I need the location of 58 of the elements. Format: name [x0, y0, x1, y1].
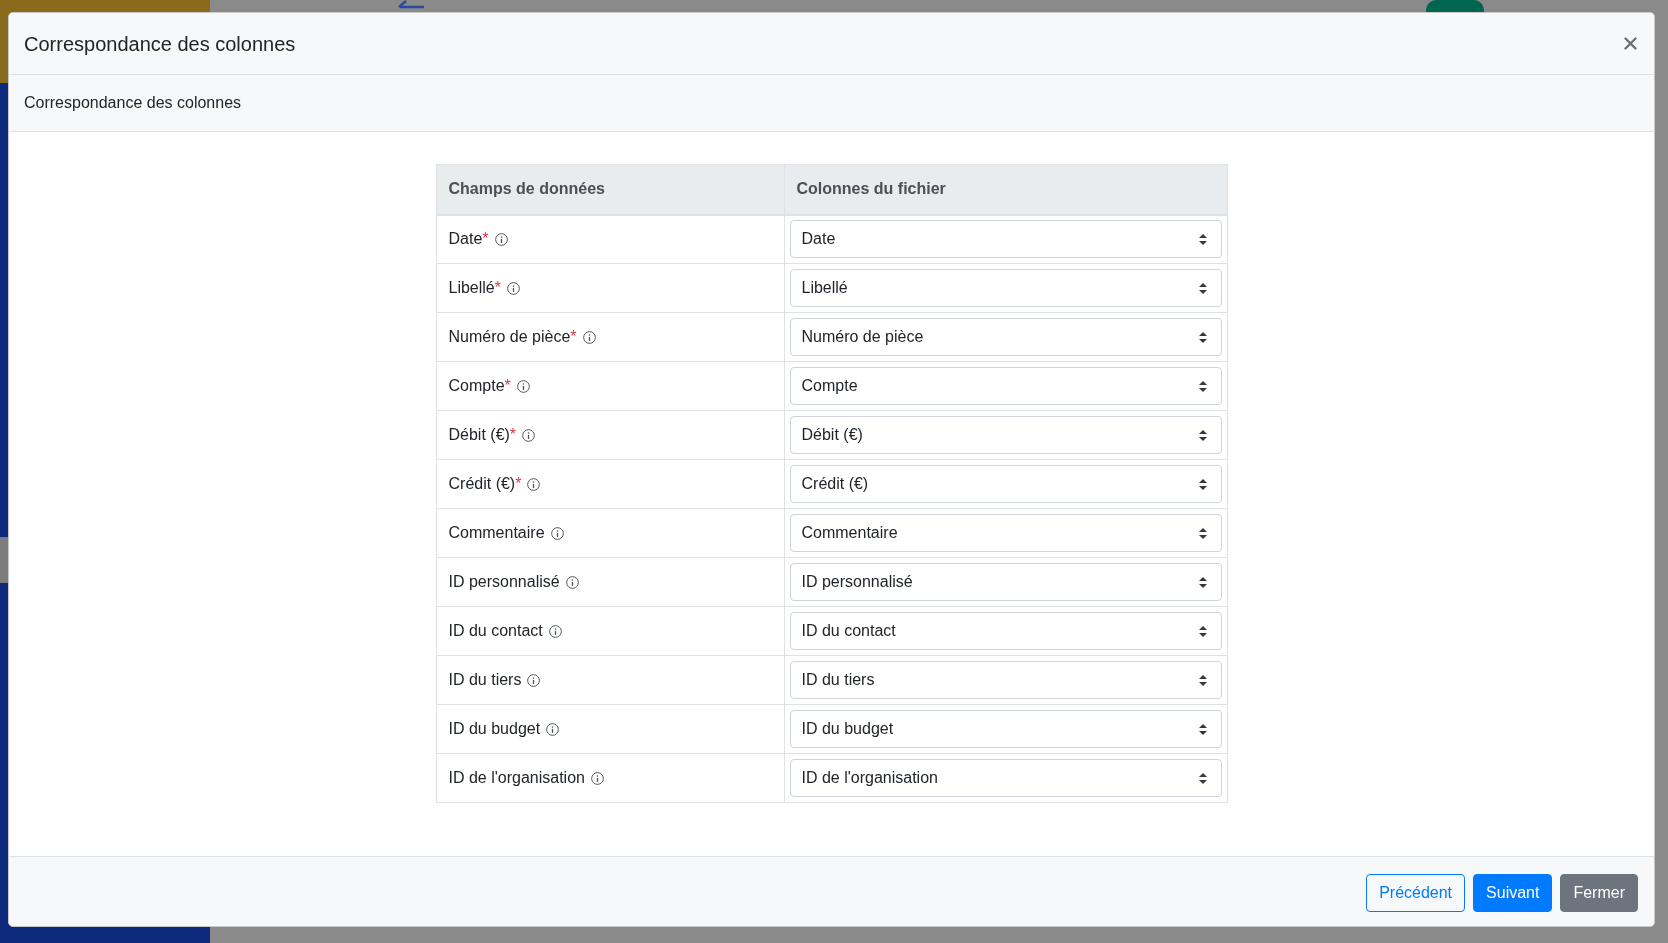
- info-icon[interactable]: [565, 575, 579, 589]
- field-label: Commentaire: [448, 523, 545, 543]
- select-field[interactable]: Débit (€): [789, 416, 1222, 454]
- field-label: Date*: [448, 229, 489, 250]
- info-icon[interactable]: [590, 771, 604, 785]
- previous-button[interactable]: Précédent: [1366, 873, 1466, 912]
- field-label: Débit (€)*: [448, 425, 517, 445]
- info-icon[interactable]: [507, 281, 520, 295]
- select-field[interactable]: Commentaire: [789, 514, 1222, 552]
- select-field[interactable]: ID du tiers: [789, 661, 1222, 699]
- modal-title: Correspondance des colonnes: [24, 33, 296, 54]
- step-title: Correspondance des colonnes: [24, 93, 242, 113]
- select-field[interactable]: Compte: [789, 367, 1222, 405]
- chevron-up-down-icon: [1198, 429, 1207, 441]
- select-field[interactable]: ID de l'organisation: [789, 759, 1222, 797]
- chevron-up-down-icon: [1198, 625, 1207, 637]
- info-icon[interactable]: [494, 232, 508, 246]
- chevron-up-down-icon: [1198, 723, 1207, 735]
- select-field[interactable]: Libellé: [789, 269, 1222, 307]
- next-button[interactable]: Suivant: [1473, 873, 1553, 912]
- close-dialog-button[interactable]: Fermer: [1560, 873, 1638, 912]
- chevron-up-down-icon: [1198, 282, 1207, 294]
- info-icon[interactable]: [522, 428, 536, 442]
- chevron-up-down-icon: [1198, 576, 1207, 588]
- close-icon: [1623, 37, 1637, 50]
- field-label: Numéro de pièce*: [448, 327, 577, 347]
- field-label: ID du budget: [448, 719, 541, 739]
- info-icon[interactable]: [527, 477, 541, 491]
- status-badge: [1426, 0, 1484, 12]
- info-icon[interactable]: [548, 624, 562, 638]
- info-icon[interactable]: [582, 330, 596, 344]
- chevron-up-down-icon: [1198, 233, 1207, 245]
- select-field[interactable]: ID du budget: [789, 710, 1222, 748]
- field-label: ID personnalisé: [448, 572, 560, 592]
- select-field[interactable]: ID du contact: [789, 612, 1222, 650]
- chevron-up-down-icon: [1198, 674, 1207, 686]
- field-label: Libellé*: [448, 278, 501, 298]
- info-icon[interactable]: [516, 379, 530, 393]
- select-field[interactable]: Date: [789, 220, 1222, 259]
- field-label: Compte*: [448, 376, 511, 396]
- chevron-up-down-icon: [1198, 478, 1207, 490]
- close-button[interactable]: [1622, 35, 1638, 52]
- info-icon[interactable]: [527, 673, 541, 687]
- column-header: Champs de données: [436, 164, 784, 215]
- info-icon[interactable]: [546, 722, 560, 736]
- chevron-up-down-icon: [1198, 772, 1207, 784]
- column-header: Colonnes du fichier: [784, 164, 1227, 215]
- field-label: ID du tiers: [448, 670, 522, 690]
- chevron-up-down-icon: [1198, 331, 1207, 343]
- field-label: ID du contact: [448, 621, 543, 641]
- chevron-up-down-icon: [1198, 527, 1207, 539]
- field-label: Crédit (€)*: [448, 474, 522, 494]
- info-icon[interactable]: [550, 526, 564, 540]
- select-field[interactable]: Crédit (€): [789, 465, 1222, 503]
- chevron-up-down-icon: [1198, 380, 1207, 392]
- field-label: ID de l'organisation: [448, 768, 585, 788]
- select-field[interactable]: Numéro de pièce: [789, 318, 1222, 356]
- select-field[interactable]: ID personnalisé: [789, 563, 1222, 601]
